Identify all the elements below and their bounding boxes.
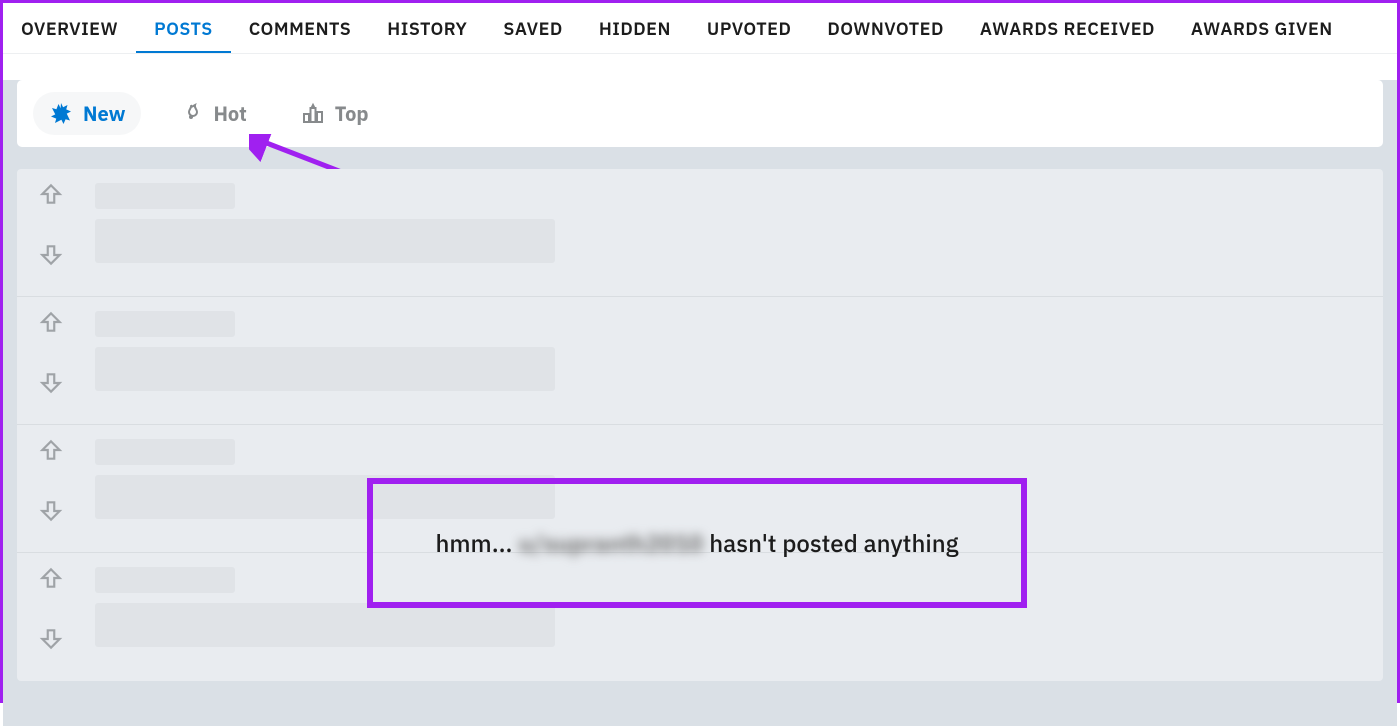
upvote-icon[interactable] [38, 565, 64, 596]
burst-icon [49, 102, 73, 126]
downvote-icon[interactable] [38, 370, 64, 401]
sort-new-button[interactable]: New [33, 92, 141, 135]
skeleton-row [17, 297, 1383, 425]
tab-saved[interactable]: SAVED [485, 3, 580, 54]
tab-overview[interactable]: OVERVIEW [3, 3, 136, 54]
tab-awards-received[interactable]: AWARDS RECEIVED [962, 3, 1173, 54]
downvote-icon[interactable] [38, 242, 64, 273]
flame-icon [179, 102, 203, 126]
tab-awards-given[interactable]: AWARDS GIVEN [1173, 3, 1351, 54]
profile-tabbar: OVERVIEW POSTS COMMENTS HISTORY SAVED HI… [3, 3, 1397, 54]
tab-posts[interactable]: POSTS [136, 3, 231, 54]
downvote-icon[interactable] [38, 498, 64, 529]
sort-hot-button[interactable]: Hot [163, 92, 262, 135]
sort-hot-label: Hot [213, 100, 246, 127]
sort-new-label: New [83, 100, 125, 127]
upvote-icon[interactable] [38, 309, 64, 340]
tab-downvoted[interactable]: DOWNVOTED [809, 3, 962, 54]
skeleton-row [17, 425, 1383, 553]
skeleton-row [17, 553, 1383, 681]
podium-icon [301, 102, 325, 126]
tab-hidden[interactable]: HIDDEN [581, 3, 689, 54]
tab-upvoted[interactable]: UPVOTED [689, 3, 809, 54]
sort-bar: New Hot Top [17, 80, 1383, 147]
upvote-icon[interactable] [38, 181, 64, 212]
sort-top-label: Top [335, 100, 369, 127]
skeleton-row [17, 169, 1383, 297]
tab-comments[interactable]: COMMENTS [231, 3, 370, 54]
post-feed: hmm... u/supranth2010 hasn't posted anyt… [17, 169, 1383, 681]
page-body: New Hot Top [3, 80, 1397, 726]
sort-top-button[interactable]: Top [285, 92, 385, 135]
tab-history[interactable]: HISTORY [369, 3, 485, 54]
upvote-icon[interactable] [38, 437, 64, 468]
downvote-icon[interactable] [38, 626, 64, 657]
